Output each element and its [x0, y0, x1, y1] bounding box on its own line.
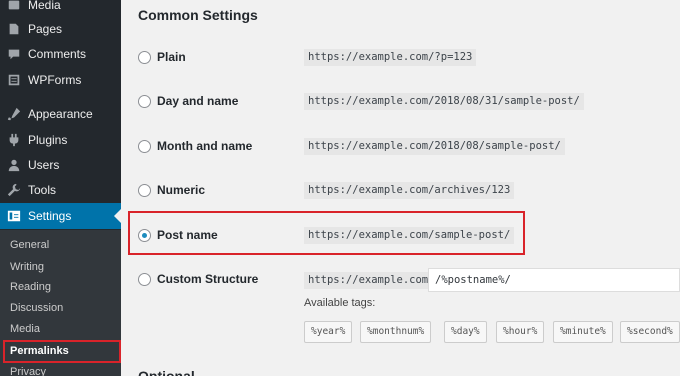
submenu-item-media[interactable]: Media — [0, 319, 121, 339]
option-custom-structure[interactable]: Custom Structure — [138, 268, 307, 290]
submenu-item-writing[interactable]: Writing — [0, 257, 121, 277]
tag-button[interactable]: %hour% — [496, 321, 545, 343]
sidebar-item-pages[interactable]: Pages — [0, 16, 121, 42]
media-icon — [6, 0, 22, 13]
tag-button[interactable]: %year% — [304, 321, 353, 343]
radio-plain[interactable] — [138, 50, 151, 64]
wpforms-icon — [6, 72, 22, 88]
submenu-item-general[interactable]: General — [0, 235, 121, 255]
custom-structure-input[interactable]: /%postname%/ — [428, 268, 680, 292]
tag-button[interactable]: %monthnum% — [360, 321, 432, 343]
sidebar-item-label: Users — [28, 158, 60, 172]
pages-icon — [6, 21, 22, 37]
radio-custom-structure[interactable] — [138, 272, 151, 286]
post-name-highlight-box — [128, 211, 525, 255]
option-label: Month and name — [157, 139, 253, 153]
sidebar-item-label: Settings — [28, 209, 72, 223]
submenu-item-discussion[interactable]: Discussion — [0, 298, 121, 318]
tag-button[interactable]: %day% — [444, 321, 487, 343]
sidebar-item-wpforms[interactable]: WPForms — [0, 67, 121, 93]
example-url: https://example.com/2018/08/31/sample-po… — [304, 93, 584, 110]
option-label: Numeric — [157, 183, 206, 197]
radio-day-and-name[interactable] — [138, 94, 151, 108]
option-month-and-name[interactable]: Month and name — [138, 135, 307, 157]
sidebar-item-appearance[interactable]: Appearance — [0, 101, 121, 127]
appearance-icon — [6, 106, 22, 122]
tools-icon — [6, 182, 22, 198]
plugins-icon — [6, 132, 22, 148]
available-tags-label: Available tags: — [304, 297, 376, 309]
active-arrow — [114, 209, 121, 223]
option-label: Day and name — [157, 94, 239, 108]
tag-button[interactable]: %second% — [620, 321, 680, 343]
submenu-item-reading[interactable]: Reading — [0, 277, 121, 297]
sidebar-item-label: Comments — [28, 47, 87, 61]
sidebar-item-label: Media — [28, 0, 61, 12]
option-numeric[interactable]: Numeric — [138, 179, 307, 201]
example-url: https://example.com/archives/123 — [304, 182, 515, 199]
permalinks-highlight-box — [3, 340, 121, 363]
sidebar-item-settings[interactable]: Settings — [0, 203, 121, 229]
example-url: https://example.com/?p=123 — [304, 49, 477, 66]
option-label: Plain — [157, 50, 186, 64]
custom-structure-prefix: https://example.com — [304, 272, 433, 289]
optional-section-title: Optional — [138, 368, 195, 376]
option-day-and-name[interactable]: Day and name — [138, 90, 307, 112]
admin-sidebar: Media Pages Comments WPForms Appearance … — [0, 0, 121, 376]
sidebar-item-label: Appearance — [28, 107, 93, 121]
settings-icon — [6, 208, 22, 224]
section-title: Common Settings — [138, 7, 258, 23]
sidebar-item-label: WPForms — [28, 73, 82, 87]
radio-numeric[interactable] — [138, 183, 151, 197]
comments-icon — [6, 46, 22, 62]
sidebar-item-tools[interactable]: Tools — [0, 177, 121, 203]
radio-month-and-name[interactable] — [138, 139, 151, 153]
option-plain[interactable]: Plain — [138, 46, 307, 68]
submenu-item-privacy[interactable]: Privacy — [0, 362, 121, 376]
sidebar-item-comments[interactable]: Comments — [0, 41, 121, 67]
sidebar-item-users[interactable]: Users — [0, 152, 121, 178]
option-label: Custom Structure — [157, 272, 259, 286]
sidebar-item-label: Tools — [28, 183, 57, 197]
sidebar-item-label: Plugins — [28, 133, 68, 147]
tag-button[interactable]: %minute% — [553, 321, 613, 343]
sidebar-item-label: Pages — [28, 22, 63, 36]
users-icon — [6, 157, 22, 173]
example-url: https://example.com/2018/08/sample-post/ — [304, 138, 565, 155]
sidebar-item-plugins[interactable]: Plugins — [0, 127, 121, 153]
